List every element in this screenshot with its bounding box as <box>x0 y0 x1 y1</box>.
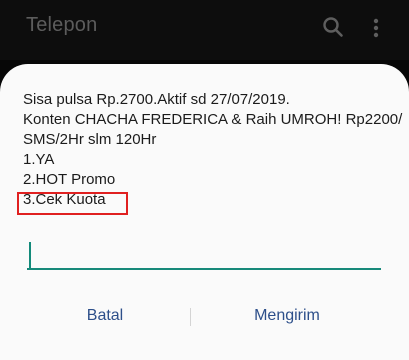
text-cursor <box>29 242 31 269</box>
send-button[interactable]: Mengirim <box>192 296 382 336</box>
ussd-message: Sisa pulsa Rp.2700.Aktif sd 27/07/2019. … <box>17 90 403 215</box>
menu-option-ya: 1.YA <box>23 151 55 168</box>
app-bar: Telepon <box>0 0 409 60</box>
message-line: Konten CHACHA FREDERICA & Raih UMROH! Rp… <box>23 111 403 128</box>
input-underline <box>27 268 381 270</box>
message-line: SMS/2Hr slm 120Hr <box>23 131 157 148</box>
button-divider <box>190 308 191 326</box>
menu-option-hot-promo: 2.HOT Promo <box>23 171 116 188</box>
message-line: Sisa pulsa Rp.2700.Aktif sd 27/07/2019. <box>23 91 290 108</box>
cancel-button[interactable]: Batal <box>20 296 190 336</box>
highlight-annotation-box <box>17 192 128 215</box>
more-vert-icon[interactable] <box>368 16 384 40</box>
search-icon[interactable] <box>322 16 344 38</box>
app-title: Telepon <box>26 14 98 36</box>
ussd-dialog: Sisa pulsa Rp.2700.Aktif sd 27/07/2019. … <box>0 64 409 360</box>
